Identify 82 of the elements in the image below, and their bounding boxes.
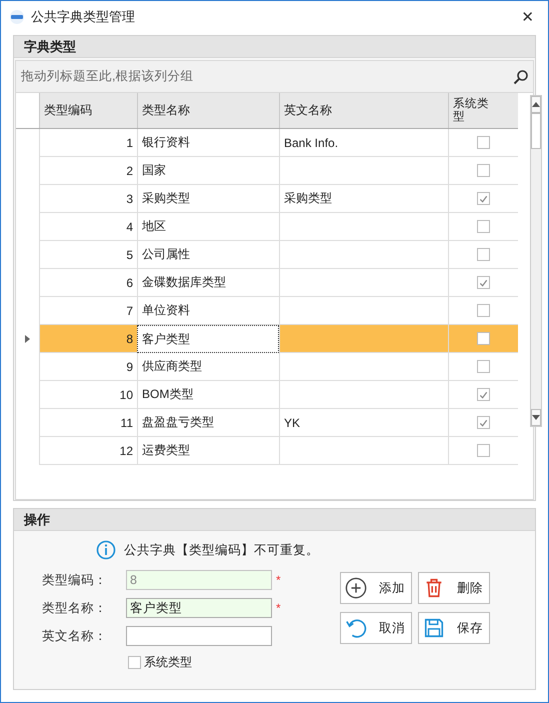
checkbox-label: 系统类型 <box>144 654 192 671</box>
field-label: 英文名称： <box>42 628 108 644</box>
save-icon <box>423 617 445 639</box>
window-title: 公共字典类型管理 <box>31 8 136 26</box>
checkbox[interactable] <box>477 444 490 457</box>
save-button[interactable]: 保存 <box>418 612 490 644</box>
column-header[interactable]: 类型名称 <box>137 93 279 128</box>
table-row[interactable]: 1 银行资料 Bank Info. <box>16 129 518 157</box>
notice-text: 公共字典【类型编码】不可重复。 <box>124 542 319 558</box>
table-cell: 金碟数据库类型 <box>137 269 279 297</box>
table-cell: 3 <box>39 185 137 213</box>
table-row[interactable]: 12 运费类型 <box>16 437 518 465</box>
field-label: 类型编码： <box>42 572 108 588</box>
table-cell: YK <box>284 416 300 430</box>
table-cell: 11 <box>39 409 137 437</box>
table-row[interactable]: 10 BOM类型 <box>16 381 518 409</box>
table-cell: 采购类型 <box>137 185 279 213</box>
undo-icon <box>345 617 367 639</box>
delete-button[interactable]: 删除 <box>418 572 490 604</box>
close-button[interactable]: ✕ <box>515 6 540 28</box>
table-cell: 客户类型 <box>137 325 279 353</box>
table-cell: 公司属性 <box>137 241 279 269</box>
input-field[interactable]: 客户类型 <box>126 598 272 618</box>
info-icon <box>96 540 116 560</box>
column-header[interactable]: 英文名称 <box>279 93 448 128</box>
checkbox[interactable] <box>128 656 141 669</box>
add-button[interactable]: 添加 <box>340 572 412 604</box>
checkbox[interactable] <box>477 248 490 261</box>
column-header[interactable]: 类型编码 <box>39 93 137 128</box>
table-cell: 6 <box>39 269 137 297</box>
panel-title: 字典类型 <box>24 38 76 56</box>
checkbox[interactable] <box>477 220 490 233</box>
checkbox[interactable] <box>477 416 490 429</box>
table-cell: 1 <box>39 129 137 157</box>
checkbox[interactable] <box>477 276 490 289</box>
table-cell: 国家 <box>137 157 279 185</box>
checkbox[interactable] <box>477 388 490 401</box>
scroll-down-icon[interactable] <box>532 415 540 420</box>
cancel-button[interactable]: 取消 <box>340 612 412 644</box>
required-marker: * <box>276 573 281 587</box>
checkbox[interactable] <box>477 360 490 373</box>
table-row[interactable]: 3 采购类型 采购类型 <box>16 185 518 213</box>
search-icon[interactable] <box>513 68 529 84</box>
table-row[interactable]: 9 供应商类型 <box>16 353 518 381</box>
table-cell: 盘盈盘亏类型 <box>137 409 279 437</box>
table-row[interactable]: 4 地区 <box>16 213 518 241</box>
panel-title: 操作 <box>24 510 50 528</box>
checkbox[interactable] <box>477 332 490 345</box>
scroll-up-icon[interactable] <box>532 102 540 107</box>
table-cell: 10 <box>39 381 137 409</box>
checkbox[interactable] <box>477 164 490 177</box>
table-cell: Bank Info. <box>284 136 338 150</box>
table-cell: 运费类型 <box>137 437 279 465</box>
group-hint: 拖动列标题至此,根据该列分组 <box>21 68 194 85</box>
column-header[interactable]: 系统类型 <box>448 93 518 128</box>
table-row[interactable]: 11 盘盈盘亏类型 YK <box>16 409 518 437</box>
plus-icon <box>345 577 367 599</box>
table-cell: 采购类型 <box>284 190 332 207</box>
table-cell: 4 <box>39 213 137 241</box>
app-logo-icon <box>9 8 25 24</box>
scrollbar[interactable] <box>530 95 542 427</box>
row-indicator-icon <box>25 335 30 343</box>
checkbox[interactable] <box>477 136 490 149</box>
table-row[interactable]: 8 客户类型 <box>16 325 518 353</box>
table-cell: 9 <box>39 353 137 381</box>
table-cell: 2 <box>39 157 137 185</box>
table-row[interactable]: 6 金碟数据库类型 <box>16 269 518 297</box>
required-marker: * <box>276 601 281 615</box>
scrollbar-thumb[interactable] <box>531 113 541 149</box>
table-cell: 12 <box>39 437 137 465</box>
table-cell: 银行资料 <box>137 129 279 157</box>
table-cell: 8 <box>39 325 137 353</box>
checkbox[interactable] <box>477 304 490 317</box>
table-cell: 地区 <box>137 213 279 241</box>
checkbox[interactable] <box>477 192 490 205</box>
table-row[interactable]: 2 国家 <box>16 157 518 185</box>
input-field[interactable] <box>126 626 272 646</box>
table-cell: 供应商类型 <box>137 353 279 381</box>
field-label: 类型名称： <box>42 600 108 616</box>
table-cell: 5 <box>39 241 137 269</box>
table-cell: BOM类型 <box>137 381 279 409</box>
table-row[interactable]: 5 公司属性 <box>16 241 518 269</box>
